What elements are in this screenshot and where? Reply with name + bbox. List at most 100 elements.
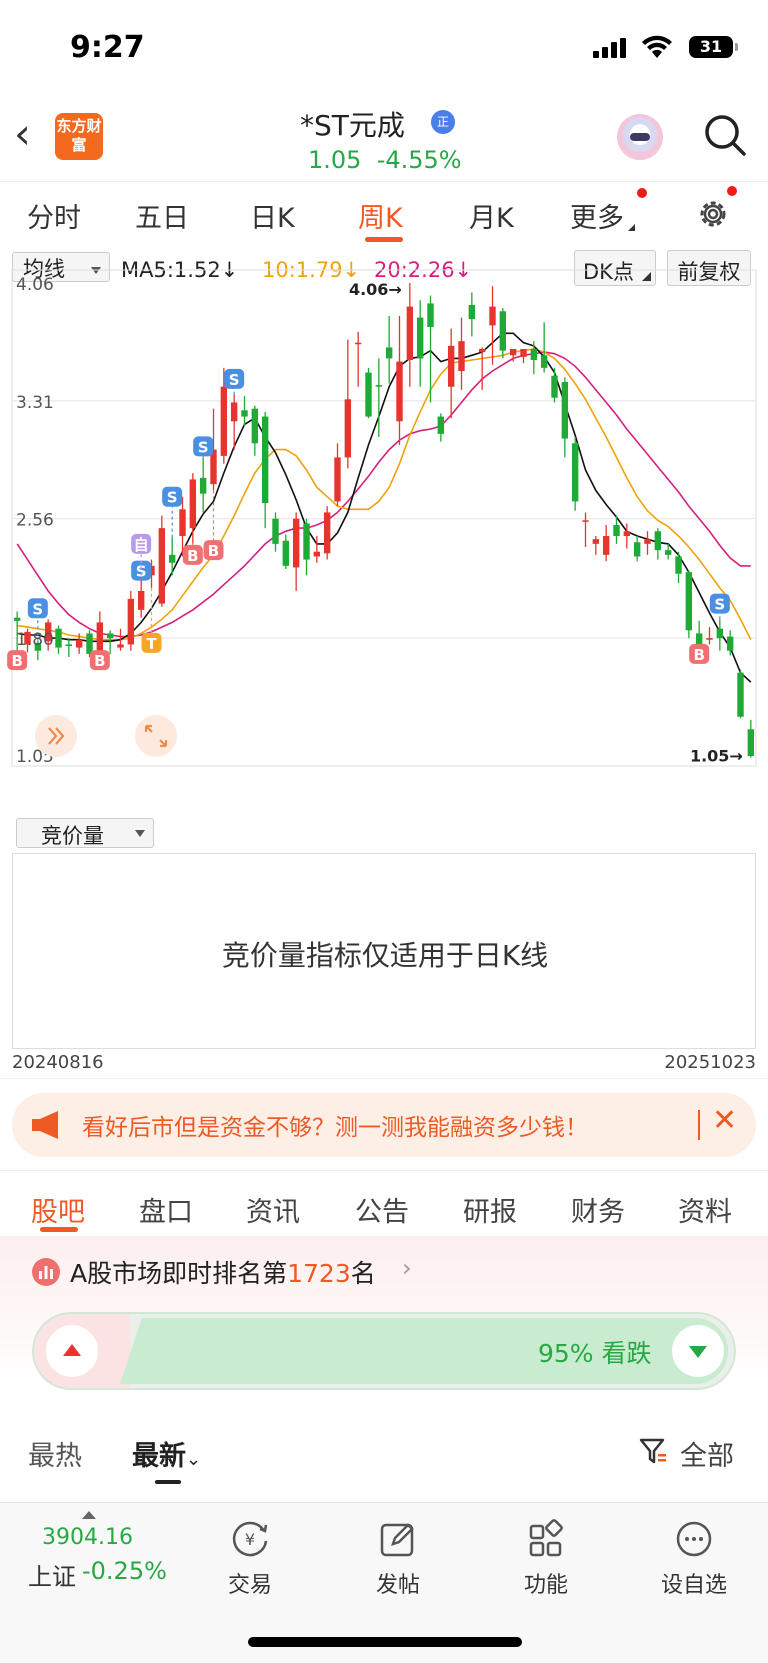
index-value[interactable]: 3904.16	[42, 1525, 133, 1550]
candle-body	[706, 638, 713, 640]
vote-up-button[interactable]	[46, 1325, 98, 1377]
signal-label: S	[229, 371, 240, 389]
y-axis-label: 1.80	[16, 630, 54, 650]
candle-body	[334, 457, 341, 502]
signal-label: S	[167, 489, 178, 507]
candle-body	[117, 644, 124, 648]
tab-more[interactable]: 更多	[570, 196, 624, 235]
market-rank-link[interactable]: A股市场即时排名第1723名	[70, 1254, 376, 1290]
low-price-marker: 1.05→	[690, 747, 743, 766]
candle-body	[354, 342, 362, 345]
tab-guba[interactable]: 股吧	[31, 1190, 85, 1229]
tab-day-k[interactable]: 日K	[250, 196, 295, 235]
candle-body	[416, 317, 424, 359]
zheng-badge-icon: 正	[431, 110, 455, 134]
candle-body	[592, 539, 600, 544]
candle-body	[168, 554, 176, 563]
caret-up-icon[interactable]	[82, 1511, 96, 1519]
battery-cap	[735, 43, 738, 51]
stock-price: 1.05	[308, 146, 362, 174]
candle-body	[695, 633, 703, 645]
tab-week-k[interactable]: 周K	[358, 196, 403, 235]
sort-hottest[interactable]: 最热	[28, 1434, 82, 1473]
candle-body	[499, 311, 507, 351]
ranking-chart-icon	[32, 1258, 60, 1286]
stock-price-line: 1.05 -4.55%	[308, 146, 462, 174]
candle-body	[551, 375, 558, 398]
tab-research[interactable]: 研报	[463, 1190, 517, 1229]
rank-number: 1723	[287, 1259, 351, 1288]
cellular-signal-icon	[593, 38, 626, 58]
settings-gear-icon[interactable]	[695, 196, 731, 232]
candle-body	[582, 520, 589, 522]
sort-latest-label: 最新	[132, 1441, 186, 1472]
sentiment-vote-bar: 95% 看跌	[32, 1312, 736, 1390]
tab-profile[interactable]: 资料	[678, 1190, 732, 1229]
candle-body	[520, 349, 527, 357]
signal-label: S	[32, 600, 43, 618]
status-bar: 9:27 31	[0, 0, 768, 100]
kline-chart[interactable]: BSBTS自B BSSSBS4.063.312.561.801.054.06→1.…	[0, 246, 768, 826]
promo-divider	[698, 1110, 700, 1140]
selected-tab-underline	[40, 1227, 78, 1232]
stock-change: -4.55%	[376, 146, 462, 174]
rank-suffix: 名	[350, 1259, 376, 1288]
nav-functions-label: 功能	[523, 1573, 568, 1598]
bearish-percent-label: 95% 看跌	[538, 1339, 652, 1368]
candle-body	[199, 477, 207, 494]
candle-body	[323, 512, 331, 554]
tab-news[interactable]: 资讯	[246, 1190, 300, 1229]
candle-body	[292, 518, 300, 568]
back-arrow-icon[interactable]: ‹	[14, 113, 54, 158]
candle-body	[747, 729, 755, 756]
tab-five-day[interactable]: 五日	[135, 196, 189, 235]
candle-body	[675, 556, 682, 574]
tab-month-k[interactable]: 月K	[469, 196, 514, 235]
status-time: 9:27	[70, 30, 145, 65]
sort-latest[interactable]: 最新⌄	[132, 1434, 201, 1473]
fullscreen-button	[135, 715, 177, 757]
candle-body	[427, 303, 434, 327]
y-axis-label: 4.06	[16, 275, 54, 295]
financing-promo-banner[interactable]: 看好后市但是资金不够？测一测我能融资多少钱！ ✕	[12, 1093, 756, 1157]
tab-pankou[interactable]: 盘口	[139, 1190, 193, 1229]
nav-functions[interactable]: 功能	[486, 1519, 606, 1599]
candle-body	[65, 644, 73, 646]
vote-down-button[interactable]	[672, 1325, 724, 1377]
yuan-trade-icon: ¥	[232, 1521, 268, 1557]
edit-post-icon	[380, 1523, 414, 1557]
index-name[interactable]: 上证	[28, 1557, 76, 1592]
index-change[interactable]: -0.25%	[82, 1557, 167, 1585]
tab-announcements[interactable]: 公告	[355, 1190, 409, 1229]
ai-assistant-robot-icon[interactable]	[617, 114, 663, 160]
candle-body	[230, 402, 238, 422]
candle-body	[540, 355, 548, 368]
volume-indicator-select[interactable]: 竞价量	[16, 818, 154, 848]
candle-body	[385, 347, 393, 359]
chevron-down-icon	[135, 830, 145, 837]
candle-body	[179, 509, 186, 536]
search-icon[interactable]	[704, 114, 746, 156]
filter-icon[interactable]	[638, 1436, 668, 1466]
promo-text: 看好后市但是资金不够？测一测我能融资多少钱！	[82, 1115, 588, 1141]
battery-icon: 31	[689, 36, 733, 58]
signal-label: B	[187, 547, 198, 565]
signal-label: S	[198, 438, 209, 456]
chevron-down-icon: ⌄	[186, 1449, 202, 1470]
candle-body	[406, 306, 414, 360]
filter-all[interactable]: 全部	[680, 1434, 734, 1473]
settings-notification-dot	[727, 186, 737, 196]
signal-label: 自	[134, 536, 149, 554]
tab-fenshi[interactable]: 分时	[27, 196, 81, 235]
candle-body	[468, 305, 476, 320]
nav-trade[interactable]: ¥ 交易	[190, 1519, 310, 1599]
nav-add-watchlist-label: 设自选	[660, 1573, 727, 1598]
volume-indicator-label: 竞价量	[41, 824, 104, 848]
candle-body	[303, 523, 310, 560]
close-icon[interactable]: ✕	[712, 1103, 737, 1138]
nav-post[interactable]: 发帖	[338, 1519, 458, 1599]
y-axis-label: 2.56	[16, 511, 54, 531]
chevron-right-icon[interactable]: ›	[402, 1254, 412, 1282]
nav-add-watchlist[interactable]: 设自选	[634, 1519, 754, 1599]
tab-finance[interactable]: 财务	[571, 1190, 625, 1229]
